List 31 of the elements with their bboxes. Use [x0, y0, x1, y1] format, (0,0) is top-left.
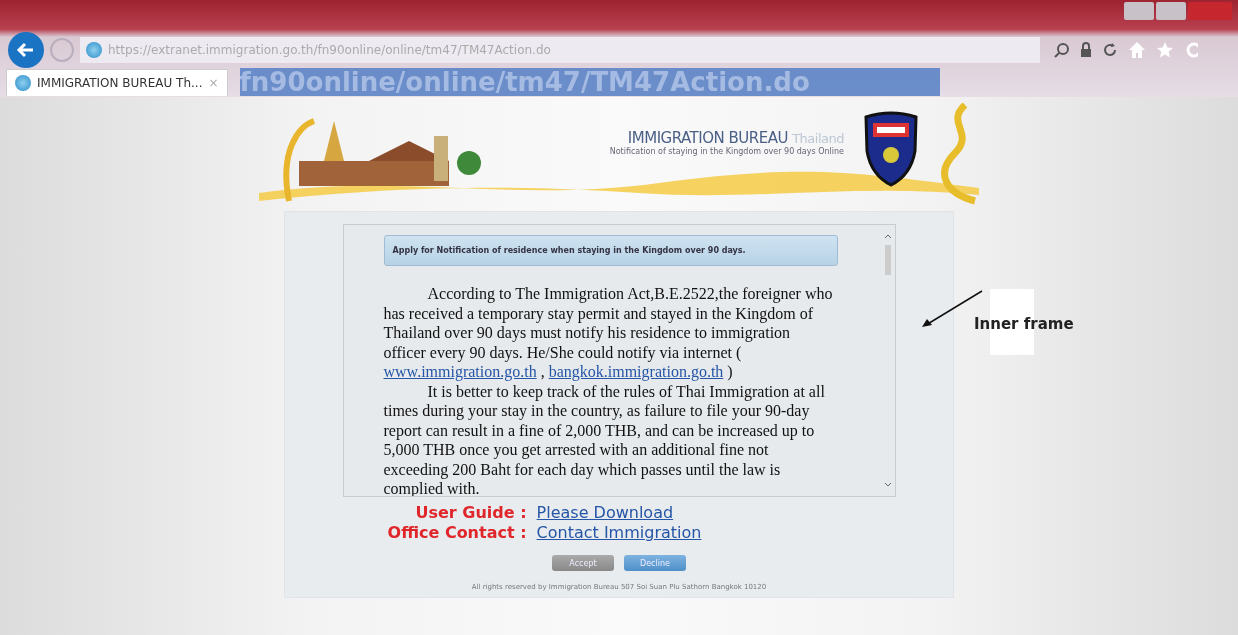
notice-paragraph: According to The Immigration Act,B.E.2522,the foreigner who has received a temporary stay permit and stayed in the Kingdom of Thailand over 90 days must notify his residence to immigration officer every 90 days. He/She could notify via internet ( www.immigration.go.th , bangkok.immigration.go.th ): [383, 284, 834, 382]
home-icon[interactable]: [1128, 41, 1146, 59]
padlock-icon[interactable]: [1080, 42, 1092, 58]
tab-strip-text: fn90online/online/tm47/TM47Action.do: [239, 68, 940, 96]
site-title: IMMIGRATION BUREAU Thailand: [626, 129, 844, 147]
close-button[interactable]: [1188, 2, 1232, 20]
star-icon[interactable]: [1156, 41, 1174, 59]
scrollbar-thumb[interactable]: [884, 245, 891, 275]
search-icon[interactable]: [1054, 42, 1070, 58]
minimize-button[interactable]: [1124, 2, 1154, 20]
browser-tab[interactable]: IMMIGRATION BUREAU Th... ×: [6, 68, 228, 96]
refresh-icon[interactable]: [1102, 42, 1118, 58]
tab-title: IMMIGRATION BUREAU Th...: [37, 75, 203, 90]
scroll-up-icon[interactable]: [883, 233, 892, 239]
notice-heading: Apply for Notification of residence when staying in the Kingdom over 90 days.: [383, 235, 838, 266]
back-button[interactable]: [8, 32, 44, 68]
link[interactable]: Please Download: [536, 503, 702, 523]
url-text: https://extranet.immigration.go.th/fn90online/online/tm47/TM47Action.do: [108, 43, 551, 57]
contact-label: Office Contact :: [387, 523, 527, 543]
globe-icon: [86, 42, 102, 58]
annotation-label: Inner frame: [974, 315, 1074, 333]
link[interactable]: bangkok.immigration.go.th: [548, 363, 724, 380]
forward-button[interactable]: [50, 38, 74, 62]
page-icon: [15, 74, 31, 91]
contact-label: User Guide :: [415, 503, 527, 523]
scroll-down-icon[interactable]: [883, 482, 892, 488]
back-arrow-icon: [16, 40, 36, 60]
link[interactable]: Contact Immigration: [536, 523, 702, 543]
site-subtitle: Notification of staying in the Kingdom over 90 days Online: [609, 147, 844, 156]
maximize-button[interactable]: [1156, 2, 1186, 20]
link[interactable]: www.immigration.go.th: [383, 363, 537, 380]
